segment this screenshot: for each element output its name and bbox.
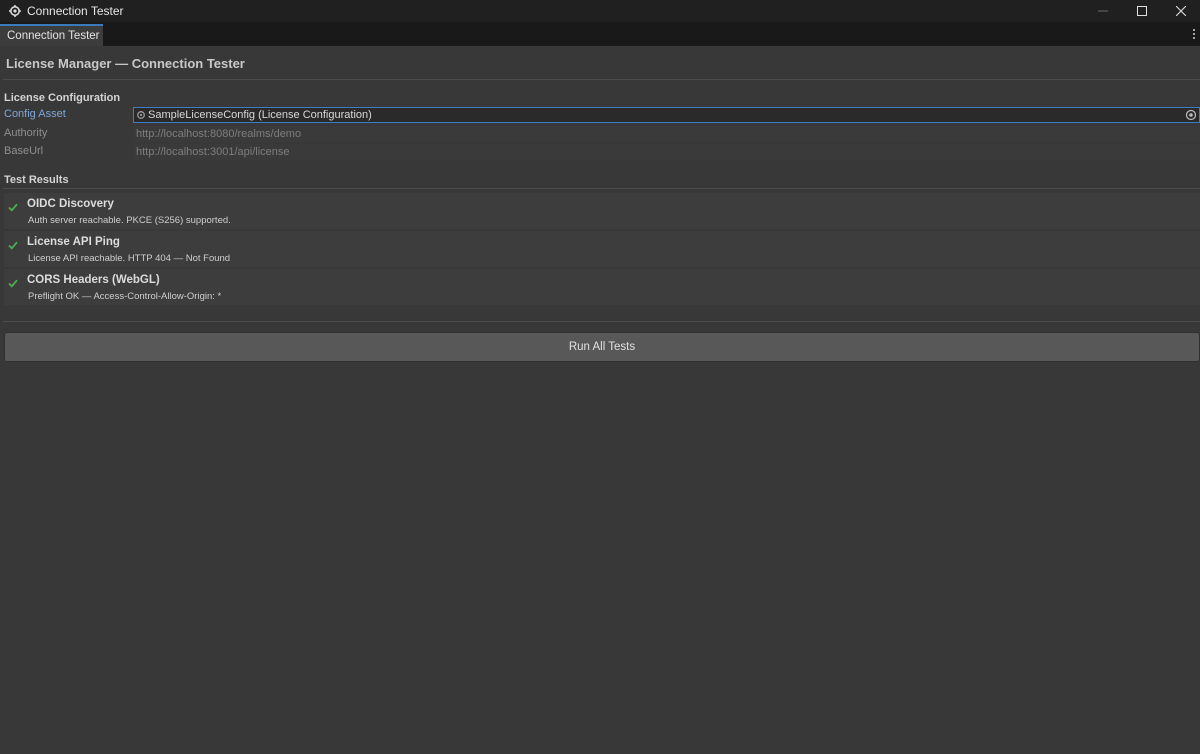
more-options-icon[interactable] — [1190, 27, 1198, 41]
run-all-tests-button[interactable]: Run All Tests — [4, 332, 1200, 362]
title-bar: Connection Tester — [0, 0, 1200, 22]
maximize-button[interactable] — [1122, 0, 1161, 22]
result-name: CORS Headers (WebGL) — [27, 274, 160, 286]
base-url-label: BaseUrl — [4, 145, 44, 157]
result-detail: Auth server reachable. PKCE (S256) suppo… — [28, 215, 231, 226]
result-name: OIDC Discovery — [27, 198, 114, 210]
authority-label: Authority — [4, 127, 48, 139]
unity-gear-icon — [9, 5, 21, 17]
config-asset-value: SampleLicenseConfig (License Configurati… — [148, 109, 372, 121]
base-url-field: http://localhost:3001/api/license — [133, 144, 1200, 160]
tab-label: Connection Tester — [7, 30, 100, 42]
window-controls — [1083, 0, 1200, 22]
tab-strip: Connection Tester — [0, 22, 1200, 46]
config-asset-field[interactable]: SampleLicenseConfig (License Configurati… — [133, 107, 1200, 123]
actions-divider — [3, 321, 1200, 322]
test-results-heading: Test Results — [4, 174, 69, 186]
result-name: License API Ping — [27, 236, 120, 248]
license-config-heading: License Configuration — [4, 92, 121, 104]
config-asset-row: Config Asset SampleLicenseConfig (Licens… — [0, 107, 1200, 123]
minimize-icon — [1097, 10, 1108, 12]
result-item-oidc-discovery: OIDC Discovery Auth server reachable. PK… — [4, 193, 1200, 229]
result-item-license-api-ping: License API Ping License API reachable. … — [4, 231, 1200, 267]
minimize-button[interactable] — [1083, 0, 1122, 22]
close-button[interactable] — [1161, 0, 1200, 22]
title-divider — [3, 79, 1200, 80]
result-detail: Preflight OK — Access-Control-Allow-Orig… — [28, 291, 222, 302]
page-title: License Manager — Connection Tester — [6, 56, 245, 71]
check-icon — [8, 279, 18, 288]
results-divider — [3, 188, 1200, 189]
check-icon — [8, 203, 18, 212]
object-picker-icon[interactable] — [1185, 109, 1197, 121]
base-url-row: BaseUrl http://localhost:3001/api/licens… — [0, 144, 1200, 160]
result-detail: License API reachable. HTTP 404 — Not Fo… — [28, 253, 231, 264]
close-icon — [1175, 6, 1186, 16]
maximize-icon — [1136, 6, 1147, 16]
result-item-cors-headers: CORS Headers (WebGL) Preflight OK — Acce… — [4, 269, 1200, 305]
scriptable-object-icon — [136, 110, 146, 120]
authority-row: Authority http://localhost:8080/realms/d… — [0, 126, 1200, 142]
check-icon — [8, 241, 18, 250]
window-title: Connection Tester — [27, 4, 124, 18]
editor-window-content: License Manager — Connection Tester Lice… — [0, 47, 1200, 754]
config-asset-label: Config Asset — [4, 108, 66, 120]
authority-field: http://localhost:8080/realms/demo — [133, 126, 1200, 142]
tab-connection-tester[interactable]: Connection Tester — [0, 24, 103, 46]
